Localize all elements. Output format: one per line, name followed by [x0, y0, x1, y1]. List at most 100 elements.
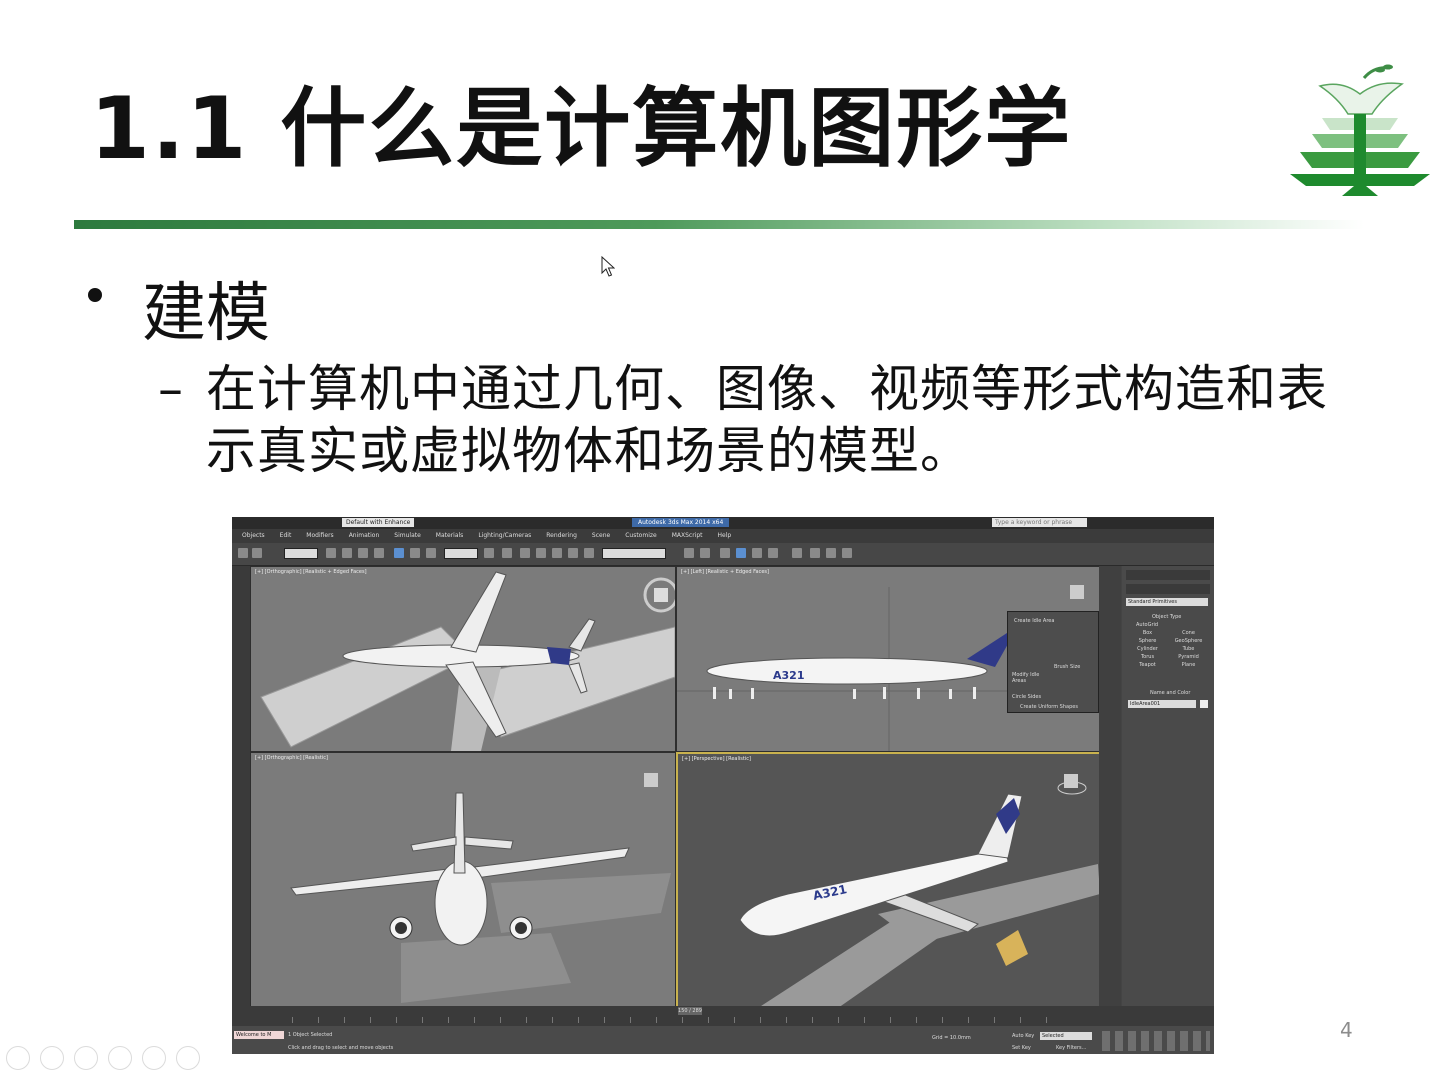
selection-status: 1 Object Selected	[288, 1032, 333, 1038]
time-slider[interactable]: 150 / 289	[232, 1006, 1214, 1026]
menu-lighting-cameras[interactable]: Lighting/Cameras	[478, 529, 531, 543]
viewport-label[interactable]: [+] [Orthographic] [Realistic]	[255, 755, 328, 761]
scale-icon[interactable]	[426, 548, 436, 558]
pyramid-button[interactable]: Pyramid	[1169, 654, 1208, 660]
select-manipulate-icon[interactable]	[502, 548, 512, 558]
menu-rendering[interactable]: Rendering	[546, 529, 577, 543]
create-category-icons[interactable]	[1126, 584, 1210, 594]
curve-editor-icon[interactable]	[752, 548, 762, 558]
primitive-type-dropdown[interactable]: Standard Primitives	[1126, 598, 1208, 606]
name-color-heading[interactable]: Name and Color	[1150, 690, 1190, 696]
object-type-heading[interactable]: Object Type	[1152, 614, 1181, 620]
undo-icon[interactable]	[238, 548, 248, 558]
snap-icon[interactable]	[520, 548, 530, 558]
menu-help[interactable]: Help	[718, 529, 732, 543]
sub-bullet-text: 在计算机中通过几何、图像、视频等形式构造和表示真实或虚拟物体和场景的模型。	[206, 360, 1328, 480]
mirror-icon[interactable]	[684, 548, 694, 558]
zoom-icon[interactable]	[142, 1046, 166, 1070]
rotate-icon[interactable]	[410, 548, 420, 558]
object-name-field[interactable]: IdleArea001	[1128, 700, 1196, 708]
menu-animation[interactable]: Animation	[349, 529, 380, 543]
viewport-label[interactable]: [+] [Orthographic] [Realistic + Edged Fa…	[255, 569, 367, 575]
spinner-snap-icon[interactable]	[568, 548, 578, 558]
pen-icon[interactable]	[74, 1046, 98, 1070]
move-icon[interactable]	[394, 548, 404, 558]
app-title-bar: Default with Enhance Autodesk 3ds Max 20…	[232, 517, 1214, 529]
menu-simulate[interactable]: Simulate	[394, 529, 421, 543]
tube-button[interactable]: Tube	[1169, 646, 1208, 652]
cone-button[interactable]: Cone	[1169, 630, 1208, 636]
viewport-top-left[interactable]: [+] [Orthographic] [Realistic + Edged Fa…	[250, 566, 676, 752]
playback-controls[interactable]	[1102, 1031, 1210, 1051]
window-crossing-icon[interactable]	[374, 548, 384, 558]
key-filters-button[interactable]: Key Filters...	[1056, 1045, 1086, 1051]
angle-snap-icon[interactable]	[536, 548, 546, 558]
geosphere-button[interactable]: GeoSphere	[1169, 638, 1208, 644]
main-toolbar	[232, 543, 1214, 566]
menu-materials[interactable]: Materials	[436, 529, 464, 543]
viewport-label[interactable]: [+] [Perspective] [Realistic]	[682, 756, 751, 762]
reference-coord-dropdown[interactable]	[444, 548, 478, 559]
align-icon[interactable]	[700, 548, 710, 558]
plane-button[interactable]: Plane	[1169, 662, 1208, 668]
key-selection-dropdown[interactable]: Selected	[1040, 1032, 1092, 1040]
menu-maxscript[interactable]: MAXScript	[672, 529, 703, 543]
redo-icon[interactable]	[252, 548, 262, 558]
maxscript-listener[interactable]: Welcome to M	[234, 1031, 284, 1039]
viewport-top-right[interactable]: [+] [Left] [Realistic + Edged Faces] A32…	[676, 566, 1100, 752]
menu-scene[interactable]: Scene	[592, 529, 610, 543]
teapot-button[interactable]: Teapot	[1128, 662, 1167, 668]
schematic-view-icon[interactable]	[768, 548, 778, 558]
title-underline	[74, 220, 1364, 229]
object-color-swatch[interactable]	[1200, 700, 1208, 708]
sub-bullet-dash: –	[158, 360, 183, 418]
render-setup-icon[interactable]	[810, 548, 820, 558]
viewport-label[interactable]: [+] [Left] [Realistic + Edged Faces]	[681, 569, 769, 575]
university-logo	[1290, 64, 1430, 196]
time-slider-thumb[interactable]: 150 / 289	[678, 1007, 702, 1015]
left-tool-strip	[232, 566, 250, 1006]
box-button[interactable]: Box	[1128, 630, 1167, 636]
3ds-max-screenshot: Default with Enhance Autodesk 3ds Max 20…	[232, 517, 1214, 1054]
track-bar[interactable]	[292, 1017, 1072, 1023]
idle-area-panel: Create Idle Area Brush Size Modify Idle …	[1007, 611, 1099, 713]
graphite-tools-icon[interactable]	[736, 548, 746, 558]
uniform-shapes-checkbox[interactable]: Create Uniform Shapes	[1020, 704, 1078, 710]
select-by-name-icon[interactable]	[342, 548, 352, 558]
edit-named-selection-icon[interactable]	[584, 548, 594, 558]
slides-icon[interactable]	[108, 1046, 132, 1070]
autogrid-checkbox[interactable]: AutoGrid	[1136, 622, 1158, 628]
percent-snap-icon[interactable]	[552, 548, 562, 558]
select-icon[interactable]	[326, 548, 336, 558]
previous-slide-icon[interactable]	[6, 1046, 30, 1070]
command-panel-tabs[interactable]	[1126, 570, 1210, 580]
menu-objects[interactable]: Objects	[242, 529, 265, 543]
prompt-line: Click and drag to select and move object…	[288, 1045, 394, 1051]
torus-button[interactable]: Torus	[1128, 654, 1167, 660]
selection-filter-dropdown[interactable]	[284, 548, 318, 559]
pivot-icon[interactable]	[484, 548, 494, 558]
rect-select-icon[interactable]	[358, 548, 368, 558]
auto-key-button[interactable]: Auto Key	[1012, 1033, 1034, 1039]
workspace-dropdown[interactable]: Default with Enhance	[342, 518, 415, 527]
rendered-frame-icon[interactable]	[826, 548, 836, 558]
named-selection-dropdown[interactable]	[602, 548, 666, 559]
layer-manager-icon[interactable]	[720, 548, 730, 558]
slide-title: 1.1 什么是计算机图形学	[90, 79, 1073, 179]
sphere-button[interactable]: Sphere	[1128, 638, 1167, 644]
menu-bar: Objects Edit Modifiers Animation Simulat…	[232, 529, 1214, 543]
viewport-bottom-left[interactable]: [+] [Orthographic] [Realistic]	[250, 752, 676, 1008]
next-slide-icon[interactable]	[40, 1046, 64, 1070]
menu-edit[interactable]: Edit	[280, 529, 292, 543]
set-key-button[interactable]: Set Key	[1012, 1045, 1031, 1051]
cylinder-button[interactable]: Cylinder	[1128, 646, 1167, 652]
render-production-icon[interactable]	[842, 548, 852, 558]
material-editor-icon[interactable]	[792, 548, 802, 558]
menu-modifiers[interactable]: Modifiers	[306, 529, 333, 543]
ribbon-side-tabs[interactable]	[1099, 566, 1121, 1006]
viewport-perspective[interactable]: [+] [Perspective] [Realistic] A321	[676, 752, 1102, 1010]
menu-customize[interactable]: Customize	[625, 529, 657, 543]
modify-idle-button[interactable]: Modify Idle Areas	[1012, 672, 1052, 684]
more-options-icon[interactable]	[176, 1046, 200, 1070]
search-input[interactable]: Type a keyword or phrase	[992, 518, 1087, 527]
